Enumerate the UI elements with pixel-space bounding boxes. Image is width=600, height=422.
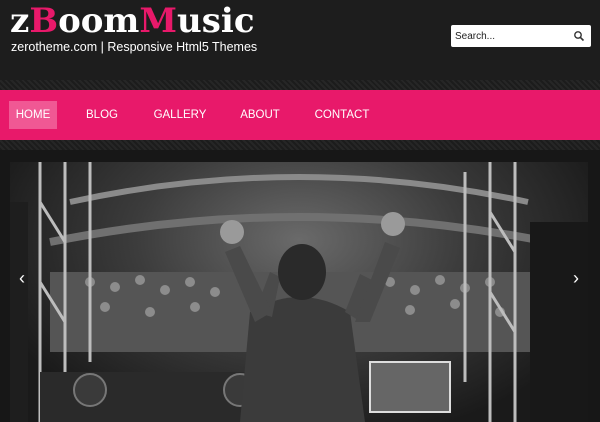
slider-next-icon[interactable]: › xyxy=(568,268,584,288)
nav-blog[interactable]: BLOG xyxy=(80,101,124,129)
hero-slider[interactable] xyxy=(10,162,588,422)
slider-prev-icon[interactable]: ‹ xyxy=(14,268,30,288)
search-input[interactable] xyxy=(451,25,569,47)
nav-gallery[interactable]: GALLERY xyxy=(150,101,210,129)
logo-text-4: M xyxy=(139,1,178,41)
main-nav: HOME BLOG GALLERY ABOUT CONTACT xyxy=(0,90,600,140)
site-header: zBoomMusic zerotheme.com | Responsive Ht… xyxy=(0,0,600,80)
logo-text-3: oom xyxy=(58,1,140,41)
logo-text-1: z xyxy=(10,1,30,41)
dj-concert-photo xyxy=(10,162,588,422)
search-icon[interactable] xyxy=(573,30,585,42)
nav-contact[interactable]: CONTACT xyxy=(312,101,372,129)
nav-home[interactable]: HOME xyxy=(9,101,57,129)
header-divider xyxy=(0,80,600,90)
search-box xyxy=(451,25,591,47)
site-tagline: zerotheme.com | Responsive Html5 Themes xyxy=(11,40,258,54)
nav-divider xyxy=(0,140,600,150)
logo-text-5: usic xyxy=(177,1,255,41)
nav-about[interactable]: ABOUT xyxy=(236,101,284,129)
site-logo[interactable]: zBoomMusic xyxy=(10,2,255,40)
logo-text-2: B xyxy=(29,1,59,41)
